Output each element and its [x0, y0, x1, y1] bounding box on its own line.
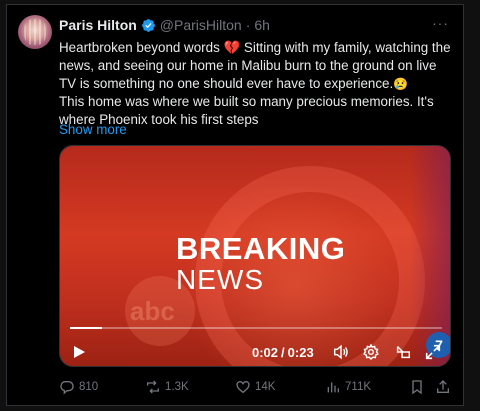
bookmark-button[interactable] [409, 379, 425, 395]
analytics-icon [327, 382, 339, 393]
settings-gear-icon[interactable] [362, 343, 380, 361]
time-separator: / [281, 345, 285, 360]
reply-button[interactable]: 810 [59, 379, 98, 395]
timestamp[interactable]: 6h [254, 17, 270, 33]
view-count: 711K [345, 381, 372, 393]
fullscreen-icon[interactable] [424, 343, 442, 361]
video-progress-bar[interactable] [70, 327, 442, 329]
tweet-text-part1: Heartbroken beyond words [59, 40, 224, 55]
tweet-card[interactable]: Paris Hilton @ParisHilton · 6h ··· Heart… [6, 4, 464, 406]
headline-news: NEWS [176, 264, 264, 295]
more-options-icon[interactable]: ··· [432, 15, 449, 31]
reply-icon [60, 381, 74, 395]
video-progress-fill [70, 327, 103, 329]
author-name[interactable]: Paris Hilton [59, 17, 137, 33]
share-icon [437, 380, 449, 393]
verified-badge-icon [141, 18, 156, 33]
video-time: 0:02 / 0:23 [252, 345, 314, 360]
volume-icon[interactable] [332, 343, 350, 361]
tweet-actions: 810 1.3K 14K 711K [59, 379, 457, 399]
repost-button[interactable]: 1.3K [145, 379, 189, 395]
current-time: 0:02 [252, 345, 279, 360]
repost-count: 1.3K [165, 381, 189, 393]
broken-heart-icon: 💔 [223, 40, 241, 55]
reply-count: 810 [79, 381, 99, 393]
like-button[interactable]: 14K [235, 379, 275, 395]
sad-face-icon: 😢 [393, 77, 409, 91]
tweet-header: Paris Hilton @ParisHilton · 6h [59, 16, 270, 34]
show-more-link[interactable]: Show more [59, 122, 127, 137]
pip-icon[interactable] [394, 343, 412, 361]
like-count: 14K [255, 381, 276, 393]
separator-dot: · [245, 17, 251, 33]
bookmark-icon [412, 380, 422, 395]
author-handle[interactable]: @ParisHilton [160, 17, 242, 33]
headline-breaking: BREAKING [176, 231, 346, 266]
video-player[interactable]: abc BREAKING NEWS 0:02 / 0:23 7 [59, 145, 451, 367]
abc-watermark: abc [130, 296, 175, 326]
avatar[interactable] [18, 15, 52, 49]
heart-icon [236, 380, 250, 394]
duration: 0:23 [287, 345, 314, 360]
tweet-text: Heartbroken beyond words 💔 Sitting with … [59, 39, 451, 129]
views-button[interactable]: 711K [325, 379, 371, 395]
share-button[interactable] [435, 379, 451, 395]
repost-icon [147, 380, 159, 394]
play-icon[interactable] [72, 345, 86, 359]
